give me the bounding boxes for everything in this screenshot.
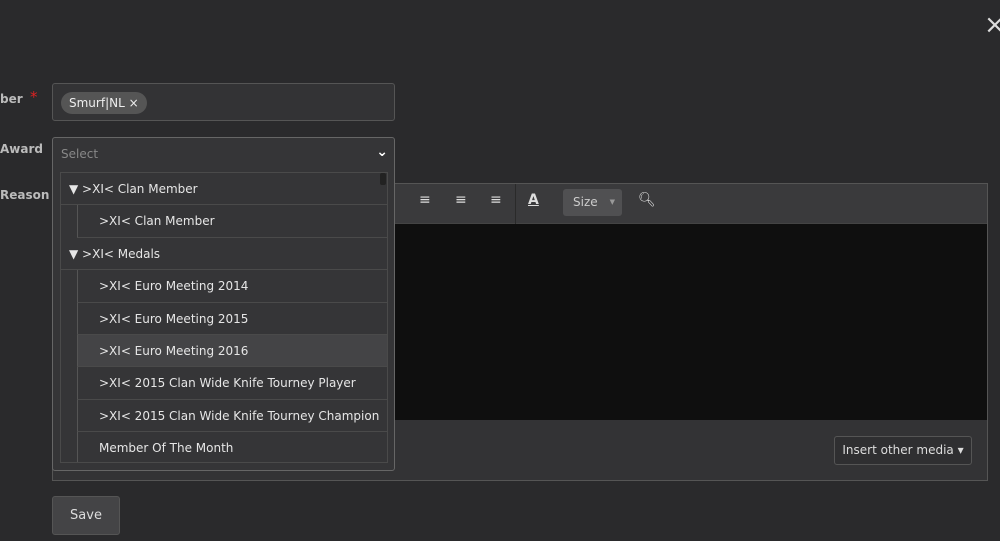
- required-mark: *: [30, 88, 38, 106]
- preview-icon[interactable]: 🔍︎: [638, 192, 656, 208]
- group-medals[interactable]: ▼ >XI< Medals: [61, 238, 387, 271]
- align-left-icon[interactable]: ≡: [419, 192, 431, 208]
- award-select-placeholder: Select: [61, 147, 99, 161]
- align-right-icon[interactable]: ≡: [490, 192, 502, 208]
- save-button[interactable]: Save: [52, 496, 120, 535]
- chevron-down-icon[interactable]: ⌄: [376, 144, 388, 160]
- list-item[interactable]: Member Of The Month: [77, 432, 387, 462]
- font-color-icon[interactable]: A: [528, 192, 539, 208]
- group-label: >XI< Clan Member: [82, 182, 198, 196]
- list-item-highlighted[interactable]: >XI< Euro Meeting 2016: [77, 334, 387, 368]
- award-select[interactable]: Select ⌄ ▼ >XI< Clan Member >XI< Clan Me…: [52, 137, 395, 471]
- remove-tag-icon[interactable]: ×: [129, 96, 139, 110]
- insert-media-button[interactable]: Insert other media ▾: [834, 436, 972, 465]
- award-label: Award: [0, 142, 43, 156]
- member-tag-label: Smurf|NL: [69, 96, 125, 110]
- size-label: Size: [573, 195, 598, 209]
- member-input[interactable]: Smurf|NL ×: [52, 83, 395, 121]
- group-clan-member[interactable]: ▼ >XI< Clan Member: [61, 173, 387, 206]
- reason-label: Reason: [0, 188, 50, 202]
- group-label: >XI< Medals: [82, 246, 161, 261]
- align-center-icon[interactable]: ≡: [455, 192, 467, 208]
- list-item[interactable]: >XI< 2015 Clan Wide Knife Tourney Champi…: [77, 399, 387, 433]
- member-tag: Smurf|NL ×: [61, 92, 147, 114]
- member-label: ber: [0, 92, 23, 106]
- close-icon[interactable]: ×: [984, 10, 1000, 40]
- award-dropdown-list: ▼ >XI< Clan Member >XI< Clan Member ▼ >X…: [60, 172, 388, 463]
- font-size-dropdown[interactable]: Size ▼: [563, 189, 622, 216]
- list-item[interactable]: >XI< Euro Meeting 2015: [77, 302, 387, 335]
- list-item[interactable]: >XI< Euro Meeting 2014: [77, 270, 387, 303]
- list-item[interactable]: >XI< 2015 Clan Wide Knife Tourney Player: [77, 367, 387, 400]
- scrollbar[interactable]: [380, 173, 386, 185]
- list-item[interactable]: >XI< Clan Member: [77, 205, 387, 238]
